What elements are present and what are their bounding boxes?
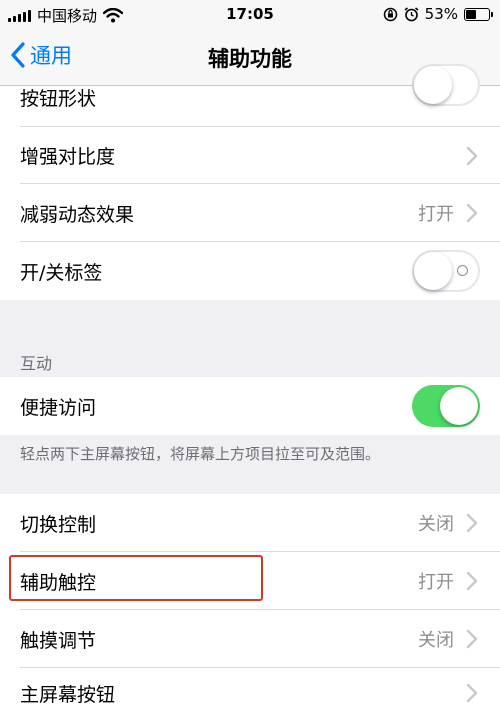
row-label: 便捷访问 [20,396,97,419]
chevron-right-icon [466,203,478,223]
battery-fill [466,9,477,19]
off-label-icon [457,265,468,276]
row-label: 减弱动态效果 [20,203,135,226]
section-footer-reachability: 轻点两下主屏幕按钮，将屏幕上方项目拉至可及范围。 [20,445,381,463]
section-header-interaction: 互动 [20,354,53,373]
chevron-right-icon [466,146,478,165]
row-button-shapes[interactable]: 按钮形状 [0,64,500,127]
row-increase-contrast[interactable]: 增强对比度 [0,127,500,184]
row-reduce-motion[interactable]: 减弱动态效果 打开 [0,184,500,242]
chevron-right-icon [466,629,478,649]
chevron-right-icon [466,683,478,703]
battery-percent: 53% [424,5,458,23]
row-label: 切换控制 [20,513,97,536]
row-home-button[interactable]: 主屏幕按钮 [0,668,500,711]
battery-icon [464,7,493,21]
reachability-toggle[interactable] [412,385,480,427]
row-value: 打开 [418,572,454,593]
row-label: 触摸调节 [20,629,97,652]
row-label: 增强对比度 [20,146,116,168]
toggle-knob [440,387,478,425]
row-label: 按钮形状 [20,88,97,110]
on-off-labels-toggle[interactable] [412,250,480,292]
row-on-off-labels[interactable]: 开/关标签 [0,242,500,300]
row-value: 打开 [418,204,454,225]
rotation-lock-icon [383,7,397,21]
row-switch-control[interactable]: 切换控制 关闭 [0,494,500,552]
row-assistive-touch[interactable]: 辅助触控 打开 [0,552,500,610]
row-value: 关闭 [418,630,454,651]
row-label: 开/关标签 [20,261,103,284]
chevron-right-icon [466,513,478,533]
status-right: 53% [383,5,493,23]
row-label: 辅助触控 [20,571,97,594]
status-bar: 中国移动 17:05 53% [0,0,500,30]
toggle-knob [414,66,452,104]
row-value: 关闭 [418,514,454,535]
button-shapes-toggle[interactable] [412,64,480,106]
row-reachability[interactable]: 便捷访问 [0,377,500,435]
toggle-knob [414,252,452,290]
alarm-icon [404,6,419,21]
row-label: 主屏幕按钮 [20,684,116,706]
row-touch-accommodations[interactable]: 触摸调节 关闭 [0,610,500,668]
chevron-right-icon [466,571,478,591]
